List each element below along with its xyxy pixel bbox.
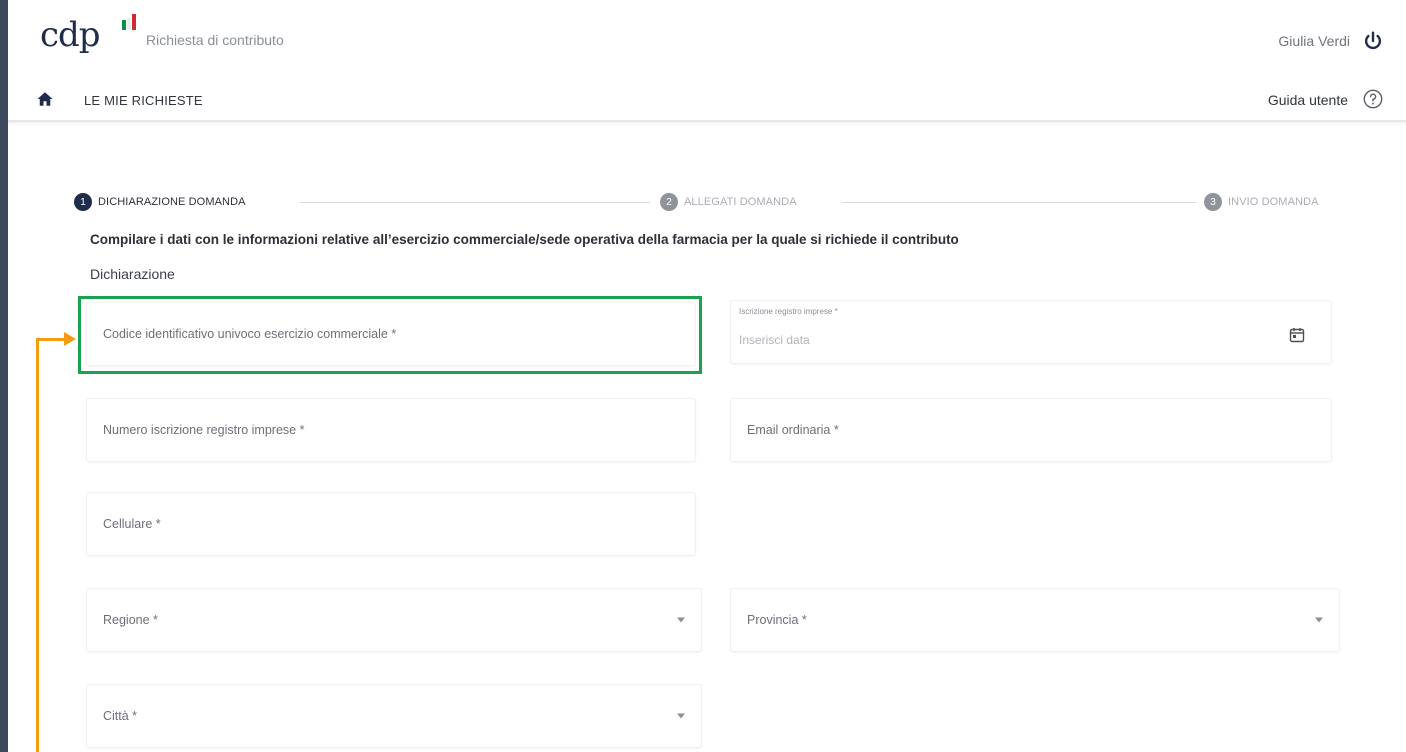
provincia-label: Provincia *	[747, 613, 807, 627]
user-name[interactable]: Giulia Verdi	[1278, 33, 1350, 49]
iscrizione-registro-label: Iscrizione registro imprese *	[739, 307, 838, 316]
step-2[interactable]: 2 ALLEGATI DOMANDA	[660, 190, 797, 214]
progress-stepper: 1 DICHIARAZIONE DOMANDA 2 ALLEGATI DOMAN…	[8, 190, 1406, 214]
provincia-select[interactable]: Provincia *	[730, 588, 1340, 652]
nav-my-requests[interactable]: LE MIE RICHIESTE	[84, 93, 203, 108]
email-field[interactable]: Email ordinaria *	[730, 398, 1332, 462]
cdp-logo[interactable]: cdp	[40, 16, 101, 54]
top-header: cdp Richiesta di contributo Giulia Verdi	[8, 0, 1406, 78]
user-guide-link[interactable]: Guida utente	[1268, 92, 1348, 108]
step-connector	[842, 202, 1196, 203]
highlight-box	[78, 296, 702, 374]
citta-label: Città *	[103, 709, 138, 723]
logout-power-icon[interactable]	[1362, 30, 1384, 52]
arrow-right-icon	[64, 332, 76, 346]
italian-flag-icon	[122, 14, 136, 30]
step-1-label: DICHIARAZIONE DOMANDA	[98, 196, 246, 208]
step-2-number: 2	[660, 193, 678, 211]
regione-label: Regione *	[103, 613, 158, 627]
step-3-number: 3	[1204, 193, 1222, 211]
step-1-number: 1	[74, 193, 92, 211]
cellulare-label: Cellulare *	[103, 517, 161, 531]
step-3[interactable]: 3 INVIO DOMANDA	[1204, 190, 1319, 214]
help-icon[interactable]	[1362, 88, 1384, 110]
annotation-arrow-line	[36, 338, 39, 752]
numero-iscrizione-label: Numero iscrizione registro imprese *	[103, 423, 305, 437]
chevron-down-icon	[677, 617, 685, 623]
step-2-label: ALLEGATI DOMANDA	[684, 196, 797, 208]
left-border	[0, 0, 8, 752]
chevron-down-icon	[1315, 617, 1323, 623]
email-label: Email ordinaria *	[747, 423, 839, 437]
date-placeholder: Inserisci data	[739, 333, 810, 347]
annotation-arrow-line	[36, 338, 66, 341]
step-connector	[300, 202, 650, 203]
section-title: Dichiarazione	[90, 266, 175, 282]
regione-select[interactable]: Regione *	[86, 588, 702, 652]
citta-select[interactable]: Città *	[86, 684, 702, 748]
step-1[interactable]: 1 DICHIARAZIONE DOMANDA	[74, 190, 246, 214]
app-title: Richiesta di contributo	[146, 32, 284, 48]
step-3-label: INVIO DOMANDA	[1228, 196, 1319, 208]
iscrizione-registro-date-field[interactable]: Iscrizione registro imprese * Inserisci …	[730, 300, 1332, 364]
home-icon[interactable]	[36, 90, 54, 108]
app-window: cdp Richiesta di contributo Giulia Verdi…	[8, 0, 1406, 752]
calendar-icon[interactable]	[1289, 327, 1305, 343]
chevron-down-icon	[677, 713, 685, 719]
form-intro-text: Compilare i dati con le informazioni rel…	[90, 232, 959, 247]
numero-iscrizione-field[interactable]: Numero iscrizione registro imprese *	[86, 398, 696, 462]
navigation-bar: LE MIE RICHIESTE Guida utente	[8, 78, 1406, 122]
cellulare-field[interactable]: Cellulare *	[86, 492, 696, 556]
